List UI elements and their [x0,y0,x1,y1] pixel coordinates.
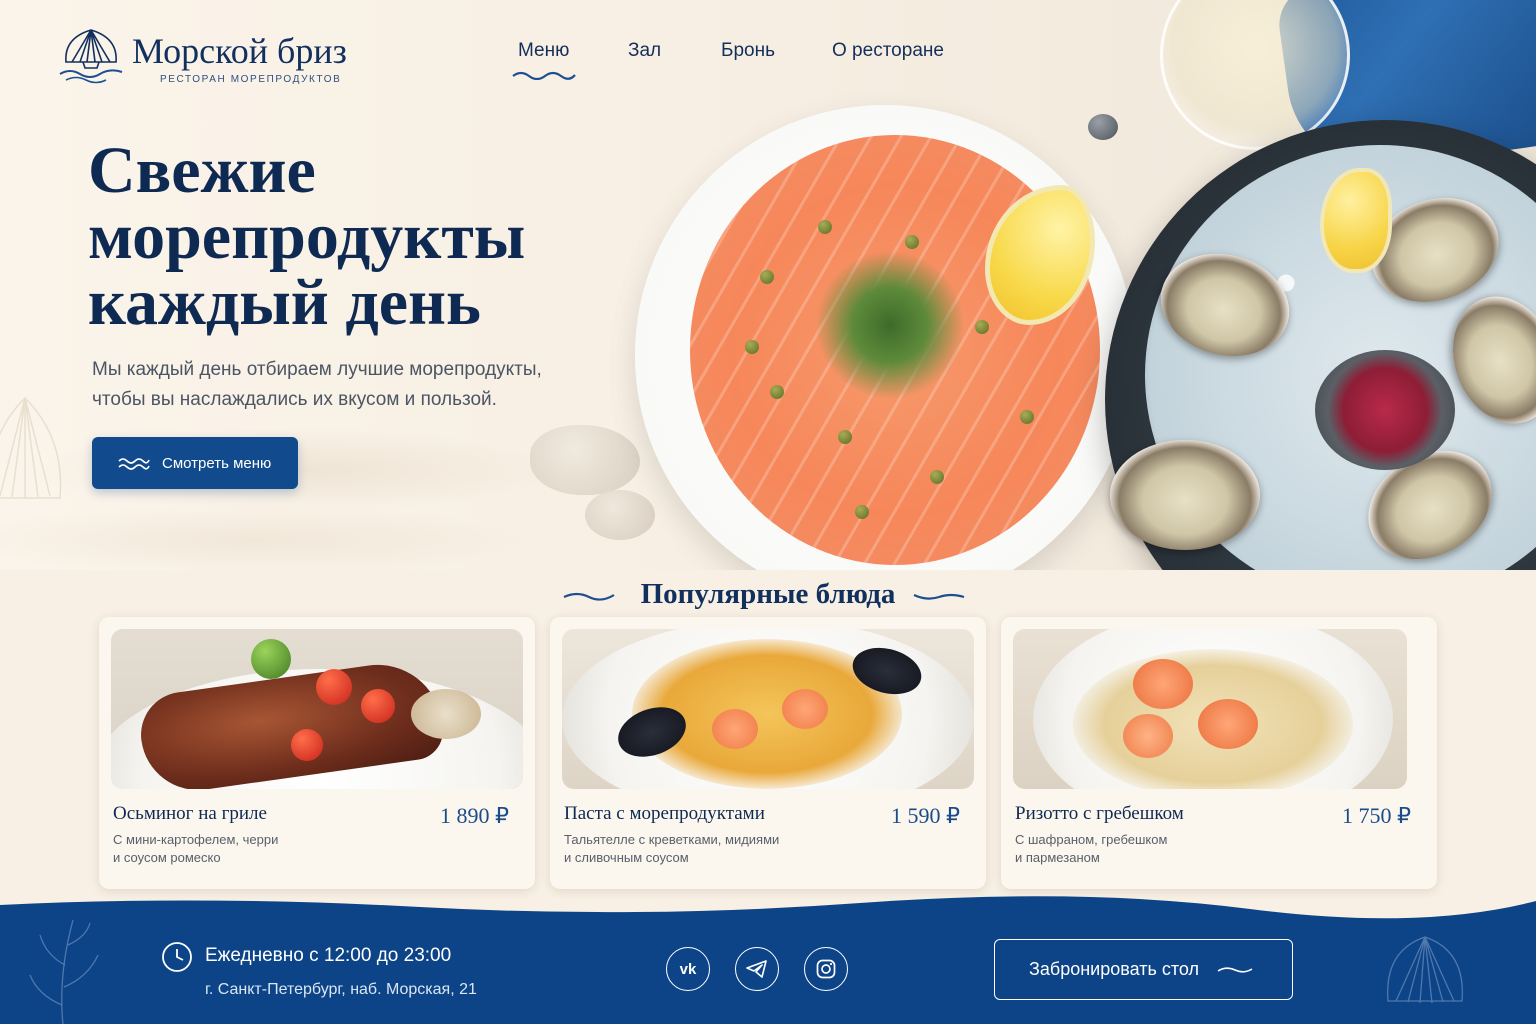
nav-item-booking[interactable]: Бронь [721,40,775,62]
dish-card-risotto[interactable]: Ризотто с гребешком 1 750 ₽ С шафраном, … [1001,617,1437,889]
hero-title-line: Свежие [88,134,316,207]
caper-image [905,235,919,249]
cherry-tomato-image [316,669,352,705]
shell-outline-decoration [0,396,62,499]
view-menu-button[interactable]: Смотреть меню [92,437,298,489]
dish-price: 1 890 ₽ [440,803,509,828]
caper-image [855,505,869,519]
book-table-label: Забронировать стол [1029,959,1199,979]
scallop-shell-decoration-icon [1387,936,1463,1004]
dish-description-line: Тальятелле с креветками, мидиями [564,832,780,847]
telegram-icon [746,960,767,978]
mignonette-sauce-bowl-image [1315,350,1455,470]
hero-description-line: чтобы вы наслаждались их вкусом и пользо… [92,389,497,410]
wave-arrow-icon [1217,966,1253,973]
hero-title-line: морепродукты [88,200,526,273]
potato-image [411,689,481,739]
brand-tagline: РЕСТОРАН МОРЕПРОДУКТОВ [160,74,342,85]
scallop-shell-icon [59,29,123,84]
waves-icon [118,458,150,470]
basil-leaf-image [251,639,291,679]
clock-icon [162,942,192,972]
caper-image [975,320,989,334]
dish-description-line: и соусом ромеско [113,850,221,865]
shrimp-image [712,709,758,749]
sea-stone-image [585,490,655,540]
seafood-pasta-photo [562,629,974,789]
dish-description: С мини-картофелем, черри и соусом ромеск… [113,831,413,867]
sea-stone-image [530,425,640,495]
brand-logo[interactable]: Морской бриз РЕСТОРАН МОРЕПРОДУКТОВ [58,26,368,88]
microgreens-image [815,250,965,400]
oyster-image [1110,440,1260,550]
instagram-link[interactable] [804,947,848,991]
vk-link[interactable]: vk [666,947,710,991]
vk-icon: vk [679,960,697,978]
dish-description-line: С мини-картофелем, черри [113,832,279,847]
scallop-risotto-photo [1013,629,1407,789]
hero-title-line: каждый день [88,266,481,339]
title-wave-right-icon [913,593,965,600]
popular-dishes-title: Популярные блюда [640,578,896,610]
dish-name: Осьминог на гриле [113,803,267,824]
dish-price: 1 750 ₽ [1342,803,1411,828]
hero-title: Свежие морепродукты каждый день [88,138,628,336]
view-menu-label: Смотреть меню [162,454,272,472]
seaweed-decoration-icon [29,919,99,1024]
cherry-tomato-image [291,729,323,761]
instagram-icon [816,959,836,979]
dish-description-line: и сливочным соусом [564,850,689,865]
dish-description-line: С шафраном, гребешком [1015,832,1168,847]
nav-item-menu[interactable]: Меню [518,40,569,62]
active-wave-indicator-icon [512,71,576,80]
pebble-image [1088,114,1118,140]
telegram-link[interactable] [735,947,779,991]
dish-description: Тальятелле с креветками, мидиями и сливо… [564,831,864,867]
hero-description: Мы каждый день отбираем лучшие морепроду… [92,355,612,415]
caper-image [760,270,774,284]
octopus-dish-photo [111,629,523,789]
shrimp-image [1123,714,1173,758]
dish-card-octopus[interactable]: Осьминог на гриле 1 890 ₽ С мини-картофе… [99,617,535,889]
caper-image [745,340,759,354]
caper-image [1020,410,1034,424]
dish-description-line: и пармезаном [1015,850,1100,865]
brand-name: Морской бриз [132,31,347,71]
dish-description: С шафраном, гребешком и пармезаном [1015,831,1315,867]
caper-image [770,385,784,399]
hero-description-line: Мы каждый день отбираем лучшие морепроду… [92,359,542,380]
shrimp-image [1133,659,1193,709]
shrimp-image [1198,699,1258,749]
lemon-wedge-image [1320,168,1392,273]
caper-image [930,470,944,484]
caper-image [818,220,832,234]
cherry-tomato-image [361,689,395,723]
nav-item-hall[interactable]: Зал [628,40,661,62]
book-table-button[interactable]: Забронировать стол [994,939,1293,1000]
opening-hours: Ежедневно с 12:00 до 23:00 [205,945,452,966]
caper-image [838,430,852,444]
dish-card-pasta[interactable]: Паста с морепродуктами 1 590 ₽ Тальятелл… [550,617,986,889]
shrimp-image [782,689,828,729]
nav-item-about[interactable]: О ресторане [832,40,944,62]
dish-name: Паста с морепродуктами [564,803,765,824]
dish-name: Ризотто с гребешком [1015,803,1184,824]
address: г. Санкт-Петербург, наб. Морская, 21 [205,981,477,998]
dish-price: 1 590 ₽ [891,803,960,828]
